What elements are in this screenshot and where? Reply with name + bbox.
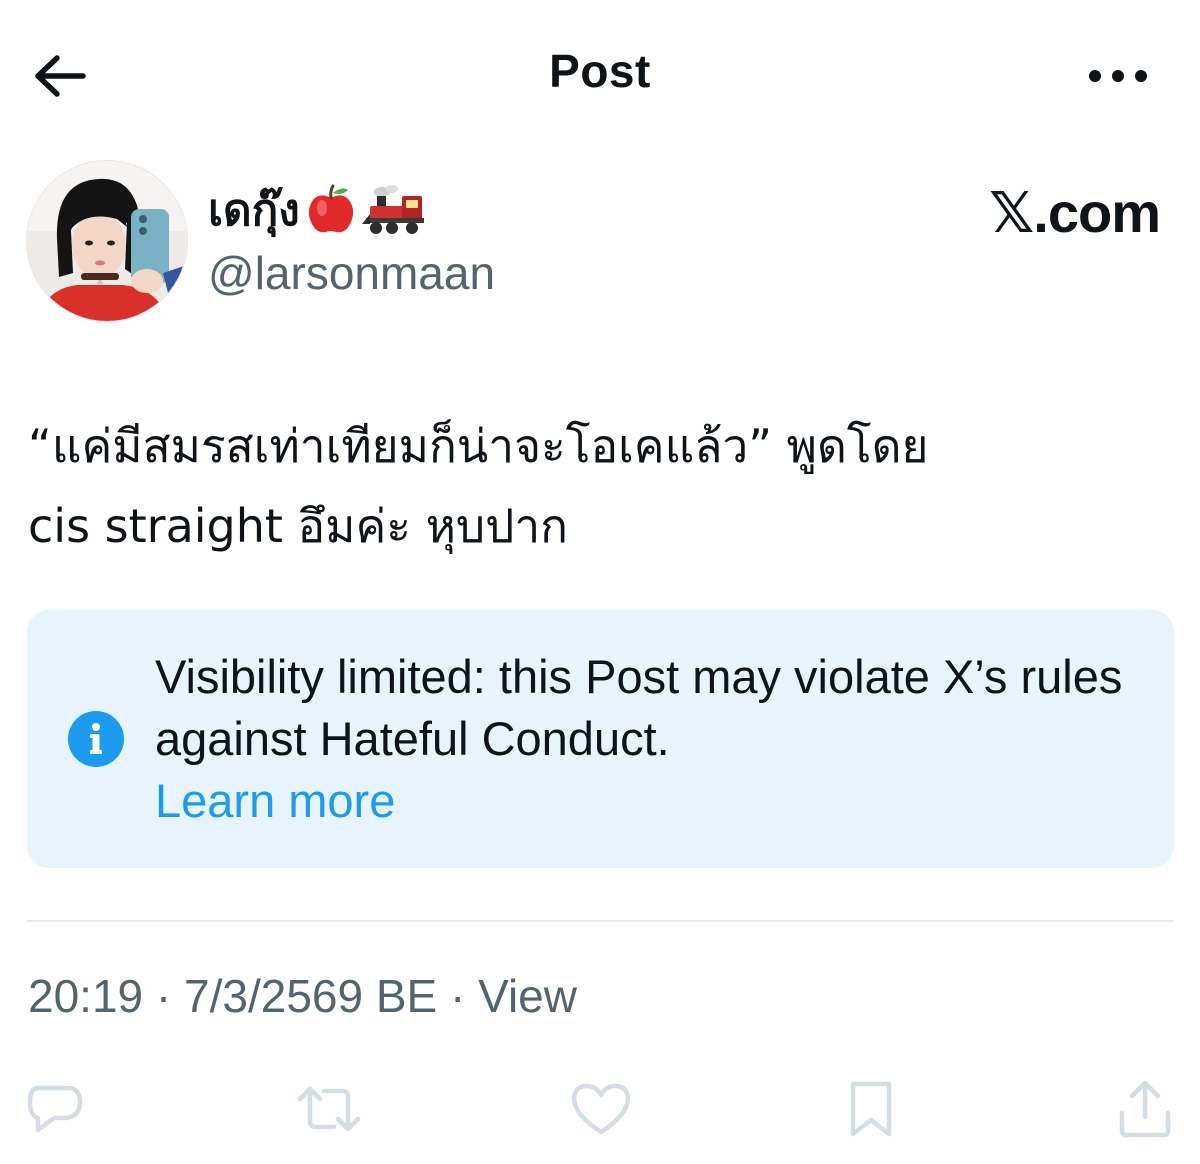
meta-separator: · [437, 970, 479, 1022]
share-button[interactable] [1110, 1074, 1180, 1144]
reply-button[interactable] [20, 1074, 90, 1144]
avatar[interactable] [26, 160, 188, 322]
more-options-button[interactable] [1080, 50, 1156, 102]
post-meta: 20:19 · 7/3/2569 BE · View [28, 966, 577, 1026]
display-name-text: เดกุ๊ง [208, 185, 300, 236]
views-link[interactable]: View [478, 969, 577, 1023]
back-button[interactable] [28, 46, 92, 106]
steam-locomotive-emoji [361, 185, 424, 234]
bookmark-button[interactable] [836, 1074, 906, 1144]
post-date: 7/3/2569 BE [184, 970, 438, 1022]
arrow-left-icon [35, 55, 86, 97]
repost-icon [297, 1086, 361, 1132]
author-display-name[interactable]: เดกุ๊ง [208, 178, 428, 242]
post-text: “แค่มีสมรสเท่าเทียมก็น่าจะโอเคแล้ว” พูดโ… [28, 419, 929, 553]
bookmark-icon [850, 1081, 892, 1137]
info-icon [68, 711, 124, 767]
like-button[interactable] [566, 1074, 636, 1144]
meta-separator: · [143, 970, 185, 1022]
reply-icon [27, 1085, 83, 1133]
post-time: 20:19 [28, 970, 144, 1022]
more-horizontal-icon [1089, 70, 1147, 82]
red-apple-emoji [308, 184, 353, 233]
visibility-notice: Visibility limited: this Post may violat… [27, 610, 1174, 868]
page-title: Post [549, 45, 651, 97]
share-icon [1119, 1080, 1171, 1138]
author-username[interactable]: @larsonmaan [208, 246, 495, 300]
avatar-image [27, 161, 187, 321]
source-watermark: 𝕏.com [989, 181, 1161, 244]
repost-button[interactable] [294, 1074, 364, 1144]
notice-text: Visibility limited: this Post may violat… [155, 650, 1123, 765]
learn-more-link[interactable]: Learn more [155, 770, 395, 832]
divider [27, 920, 1174, 922]
like-icon [571, 1083, 631, 1135]
